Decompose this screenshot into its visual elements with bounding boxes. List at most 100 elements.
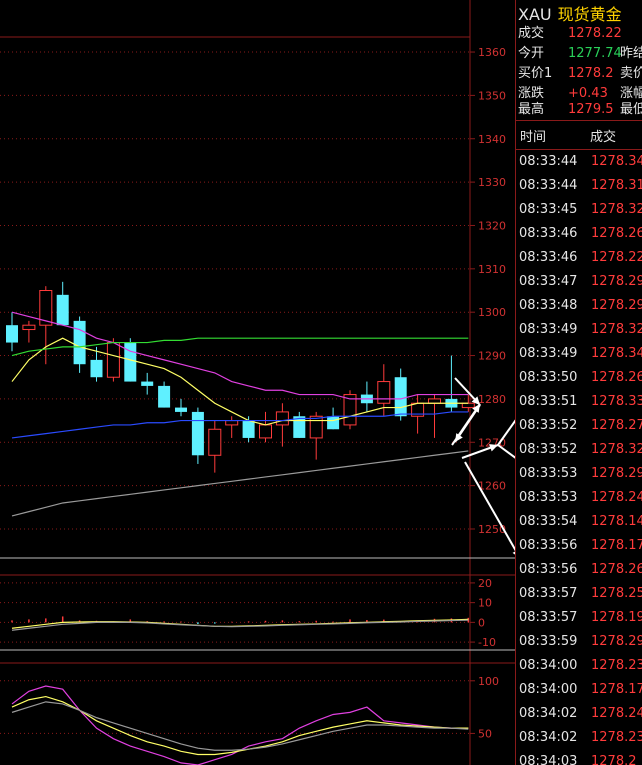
- candle-body: [225, 420, 239, 426]
- quote-label: 最高: [518, 102, 545, 117]
- tick-row[interactable]: 08:33:53 1278.29: [516, 462, 642, 486]
- tick-row[interactable]: 08:33:59 1278.29: [516, 630, 642, 654]
- tick-price: 1278.25: [591, 586, 642, 601]
- tick-row[interactable]: 08:33:44 1278.31: [516, 174, 642, 198]
- tick-row[interactable]: 08:33:46 1278.22: [516, 246, 642, 270]
- tick-price: 1278.26: [591, 370, 642, 385]
- axis-tick-label: 0: [478, 616, 485, 629]
- candle-body: [242, 420, 255, 438]
- candle-body: [141, 381, 154, 386]
- tick-price: 1278.31: [591, 178, 642, 193]
- axis-tick-label: 1340: [478, 133, 506, 146]
- quote-label-secondary: 最低: [620, 102, 642, 117]
- candle-body: [394, 377, 407, 417]
- tick-price: 1278.24: [591, 490, 642, 505]
- tick-header-price: 成交: [590, 130, 617, 145]
- annotation-arrow: [464, 461, 515, 552]
- tick-time: 08:33:56: [519, 562, 578, 577]
- tick-row[interactable]: 08:33:44 1278.34: [516, 150, 642, 174]
- tick-price: 1278.29: [591, 298, 642, 313]
- candle-body: [56, 294, 69, 326]
- tick-price: 1278.14: [591, 514, 642, 529]
- tick-row[interactable]: 08:33:49 1278.34: [516, 342, 642, 366]
- tick-time: 08:34:02: [519, 706, 578, 721]
- tick-row[interactable]: 08:33:50 1278.26: [516, 366, 642, 390]
- axis-tick-label: 1350: [478, 89, 506, 102]
- tick-row[interactable]: 08:34:00 1278.23: [516, 654, 642, 678]
- tick-price: 1278.29: [591, 634, 642, 649]
- axis-tick-label: 20: [478, 577, 492, 590]
- tick-time: 08:33:57: [519, 586, 578, 601]
- tick-price: 1278.33: [591, 394, 642, 409]
- tick-row[interactable]: 08:33:47 1278.29: [516, 270, 642, 294]
- tick-row[interactable]: 08:34:03 1278.2: [516, 750, 642, 765]
- ma-line: [11, 701, 469, 751]
- quote-value: 1277.74: [568, 46, 622, 61]
- tick-price: 1278.32: [591, 442, 642, 457]
- candle-body: [428, 398, 441, 404]
- tick-price: 1278.32: [591, 202, 642, 217]
- quote-value: 1279.5: [568, 102, 614, 117]
- tick-price: 1278.22: [591, 250, 642, 265]
- quote-label: 今开: [518, 46, 545, 61]
- tick-price: 1278.26: [591, 226, 642, 241]
- tick-time: 08:33:47: [519, 274, 578, 289]
- candle-body: [461, 402, 475, 409]
- axis-tick-label: 1330: [478, 176, 506, 189]
- tick-time: 08:33:59: [519, 634, 578, 649]
- tick-row[interactable]: 08:34:02 1278.23: [516, 726, 642, 750]
- tick-price: 1278.23: [591, 730, 642, 745]
- candle-body: [275, 411, 289, 426]
- candle-body: [377, 381, 391, 404]
- tick-price: 1278.26: [591, 562, 642, 577]
- tick-row[interactable]: 08:33:57 1278.25: [516, 582, 642, 606]
- candle-body: [259, 424, 272, 439]
- axis-tick-label: -10: [478, 636, 496, 649]
- tick-price: 1278.29: [591, 466, 642, 481]
- kline-chart[interactable]: 1250126012701280129013001310132013301340…: [0, 0, 515, 765]
- quote-label: 成交: [518, 26, 545, 41]
- tick-time: 08:33:48: [519, 298, 578, 313]
- tick-time: 08:33:49: [519, 322, 578, 337]
- tick-list[interactable]: 08:33:44 1278.34 08:33:44 1278.31 08:33:45 12…: [516, 150, 642, 765]
- tick-row[interactable]: 08:33:51 1278.33: [516, 390, 642, 414]
- tick-row[interactable]: 08:33:49 1278.32: [516, 318, 642, 342]
- tick-price: 1278.2: [591, 754, 637, 765]
- quote-row-high: 最高 1279.5 最低: [518, 100, 642, 120]
- tick-row[interactable]: 08:33:45 1278.32: [516, 198, 642, 222]
- tick-time: 08:33:52: [519, 442, 578, 457]
- tick-row[interactable]: 08:33:48 1278.29: [516, 294, 642, 318]
- tick-row[interactable]: 08:33:57 1278.19: [516, 606, 642, 630]
- tick-price: 1278.32: [591, 322, 642, 337]
- tick-row[interactable]: 08:33:52 1278.32: [516, 438, 642, 462]
- axis-tick-label: 1300: [478, 306, 506, 319]
- candle-body: [158, 385, 171, 408]
- tick-price: 1278.17: [591, 538, 642, 553]
- tick-time: 08:34:00: [519, 658, 578, 673]
- candle-body: [327, 416, 340, 430]
- tick-row[interactable]: 08:33:56 1278.26: [516, 558, 642, 582]
- tick-time: 08:33:49: [519, 346, 578, 361]
- tick-time: 08:33:52: [519, 418, 578, 433]
- tick-row[interactable]: 08:33:46 1278.26: [516, 222, 642, 246]
- tick-row[interactable]: 08:34:02 1278.24: [516, 702, 642, 726]
- quote-row-bid: 买价1 1278.2 卖价: [518, 64, 642, 84]
- tick-row[interactable]: 08:33:53 1278.24: [516, 486, 642, 510]
- tick-row[interactable]: 08:33:54 1278.14: [516, 510, 642, 534]
- candle-body: [73, 320, 86, 365]
- tick-row[interactable]: 08:34:00 1278.17: [516, 678, 642, 702]
- candle-body: [22, 324, 36, 331]
- quote-label-secondary: 卖价: [620, 66, 642, 81]
- tick-row[interactable]: 08:33:56 1278.17: [516, 534, 642, 558]
- tick-time: 08:34:00: [519, 682, 578, 697]
- tick-price: 1278.29: [591, 274, 642, 289]
- candle-body: [208, 428, 222, 456]
- tick-time: 08:33:54: [519, 514, 578, 529]
- axis-tick-label: 1290: [478, 350, 506, 363]
- tick-time: 08:33:44: [519, 154, 578, 169]
- tick-row[interactable]: 08:33:52 1278.27: [516, 414, 642, 438]
- axis-tick-label: 10: [478, 597, 492, 610]
- tick-table-header: 时间 成交: [516, 120, 642, 150]
- tick-time: 08:33:46: [519, 250, 578, 265]
- quote-header: XAU 现货黄金: [518, 1, 622, 25]
